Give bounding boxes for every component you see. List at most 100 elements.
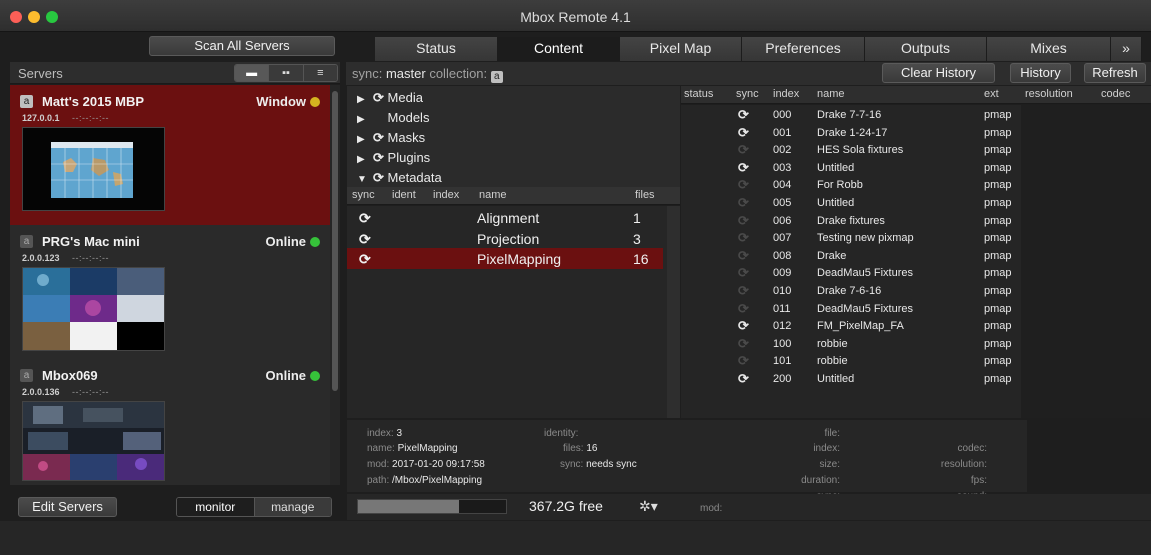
tab-status[interactable]: Status	[375, 37, 498, 61]
scan-all-servers-button[interactable]: Scan All Servers	[149, 36, 335, 56]
collection-table-scrollbar[interactable]	[667, 206, 680, 418]
file-ext: pmap	[984, 373, 1012, 385]
file-index: 011	[773, 302, 791, 315]
column-header-index[interactable]: index	[433, 189, 459, 201]
file-row[interactable]: ⟳ 009 DeadMau5 Fixtures pmap	[681, 265, 1021, 283]
large-view-button[interactable]: ▬	[235, 65, 270, 81]
file-row[interactable]: ⟳ 005 Untitled pmap	[681, 195, 1021, 213]
sync-icon: ⟳	[738, 371, 749, 386]
server-status-label: Online	[265, 234, 306, 249]
file-ext: pmap	[984, 214, 1012, 227]
info-resolution: resolution:	[917, 459, 987, 470]
file-name: HES Sola fixtures	[817, 144, 904, 157]
info-duration-key: duration:	[801, 475, 840, 486]
tabs-overflow-button[interactable]: »	[1111, 37, 1142, 61]
table-row[interactable]: ⟳ Projection 3	[347, 228, 663, 249]
tree-item-masks[interactable]: ▶ ⟳ Masks	[357, 130, 425, 150]
file-ext: pmap	[984, 179, 1012, 192]
column-header-ext[interactable]: ext	[984, 88, 999, 100]
server-preview-thumbnail	[22, 401, 165, 481]
file-row[interactable]: ⟳ 003 Untitled pmap	[681, 160, 1021, 178]
file-row[interactable]: ⟳ 010 Drake 7-6-16 pmap	[681, 283, 1021, 301]
tab-content[interactable]: Content	[498, 37, 620, 61]
file-index: 003	[773, 161, 792, 174]
server-preview-thumbnail	[22, 127, 165, 211]
list-view-button[interactable]: ≡	[303, 65, 337, 81]
tree-item-plugins[interactable]: ▶ ⟳ Plugins	[357, 150, 430, 170]
collection-name: Projection	[477, 231, 540, 247]
column-header-name[interactable]: name	[817, 88, 845, 100]
table-row[interactable]: ⟳ Alignment 1	[347, 207, 663, 228]
tab-mixes[interactable]: Mixes	[987, 37, 1111, 61]
file-name: Untitled	[817, 373, 855, 385]
column-header-index[interactable]: index	[773, 88, 799, 100]
column-header-resolution[interactable]: resolution	[1025, 88, 1073, 100]
tree-item-media[interactable]: ▶ ⟳ Media	[357, 90, 423, 110]
column-header-files[interactable]: files	[635, 189, 655, 201]
sync-icon: ⟳	[373, 150, 384, 165]
file-row[interactable]: ⟳ 002 HES Sola fixtures pmap	[681, 142, 1021, 160]
tab-pixel-map[interactable]: Pixel Map	[620, 37, 742, 61]
server-card[interactable]: a Mbox069 2.0.0.136 --:--:--:-- Online	[10, 359, 330, 499]
file-row[interactable]: ⟳ 100 robbie pmap	[681, 336, 1021, 354]
history-button[interactable]: History	[1010, 63, 1071, 83]
tree-item-label: Masks	[387, 130, 426, 145]
file-ext: pmap	[984, 267, 1012, 280]
edit-servers-button[interactable]: Edit Servers	[18, 497, 117, 517]
info-sync: sync: needs sync	[560, 459, 637, 470]
file-ext: pmap	[984, 232, 1012, 245]
column-header-codec[interactable]: codec	[1101, 88, 1130, 100]
info-file-key: file:	[824, 428, 840, 439]
info-index: index: 3	[367, 428, 402, 439]
file-row[interactable]: ⟳ 006 Drake fixtures pmap	[681, 213, 1021, 231]
server-ip: 2.0.0.123	[22, 253, 60, 263]
tree-item-models[interactable]: ▶⟳ Models	[357, 110, 429, 130]
file-row[interactable]: ⟳ 101 robbie pmap	[681, 353, 1021, 371]
tab-preferences[interactable]: Preferences	[742, 37, 865, 61]
file-ext: pmap	[984, 197, 1012, 209]
disk-usage-bar	[357, 499, 507, 514]
file-row[interactable]: ⟳ 008 Drake pmap	[681, 248, 1021, 266]
disclosure-arrow-icon[interactable]: ▶	[357, 94, 373, 105]
tab-outputs[interactable]: Outputs	[865, 37, 987, 61]
file-row[interactable]: ⟳ 001 Drake 1-24-17 pmap	[681, 125, 1021, 143]
file-ext: pmap	[984, 285, 1012, 297]
disclosure-arrow-icon[interactable]: ▶	[357, 134, 373, 145]
info-name: name: PixelMapping	[367, 443, 458, 454]
file-row[interactable]: ⟳ 004 For Robb pmap	[681, 177, 1021, 195]
collection-badge[interactable]: a	[490, 71, 503, 83]
file-row[interactable]: ⟳ 200 Untitled pmap	[681, 371, 1021, 389]
table-row[interactable]: ⟳ PixelMapping 16	[347, 248, 663, 269]
server-status-label: Window	[256, 94, 306, 109]
column-header-name[interactable]: name	[479, 189, 507, 201]
tree-item-label: Plugins	[387, 150, 431, 165]
disclosure-arrow-icon[interactable]: ▼	[357, 174, 373, 185]
file-row[interactable]: ⟳ 007 Testing new pixmap pmap	[681, 230, 1021, 248]
disclosure-arrow-icon[interactable]: ▶	[357, 114, 373, 125]
file-row[interactable]: ⟳ 011 DeadMau5 Fixtures pmap	[681, 301, 1021, 319]
refresh-button[interactable]: Refresh	[1084, 63, 1146, 83]
gear-menu-icon[interactable]: ✲▾	[639, 498, 658, 515]
mode-toggle: monitor manage	[176, 497, 332, 517]
column-header-sync[interactable]: sync	[736, 88, 759, 100]
grid-view-button[interactable]: ▪▪	[269, 65, 304, 81]
column-header-status[interactable]: status	[684, 88, 713, 100]
sync-icon: ⟳	[738, 300, 749, 316]
file-row[interactable]: ⟳ 000 Drake 7-7-16 pmap	[681, 107, 1021, 125]
file-name: Drake	[817, 249, 847, 262]
server-name: Matt's 2015 MBP	[42, 94, 145, 109]
server-list-scrollbar[interactable]	[330, 85, 340, 485]
disclosure-arrow-icon[interactable]: ▶	[357, 154, 373, 165]
file-row[interactable]: ⟳ 012 FM_PixelMap_FA pmap	[681, 318, 1021, 336]
info-identity-key: identity:	[544, 428, 579, 439]
server-card[interactable]: a Matt's 2015 MBP 127.0.0.1 --:--:--:-- …	[10, 85, 330, 225]
column-header-sync[interactable]: sync	[352, 189, 375, 201]
monitor-tab[interactable]: monitor	[177, 498, 255, 516]
server-status: Window	[256, 94, 320, 109]
column-header-ident[interactable]: ident	[392, 189, 416, 201]
clear-history-button[interactable]: Clear History	[882, 63, 995, 83]
file-list-header: status sync index name ext resolution co…	[681, 86, 1151, 104]
scrollbar-thumb[interactable]	[332, 91, 338, 391]
server-card[interactable]: a PRG's Mac mini 2.0.0.123 --:--:--:-- O…	[10, 225, 330, 365]
manage-tab[interactable]: manage	[254, 498, 331, 516]
